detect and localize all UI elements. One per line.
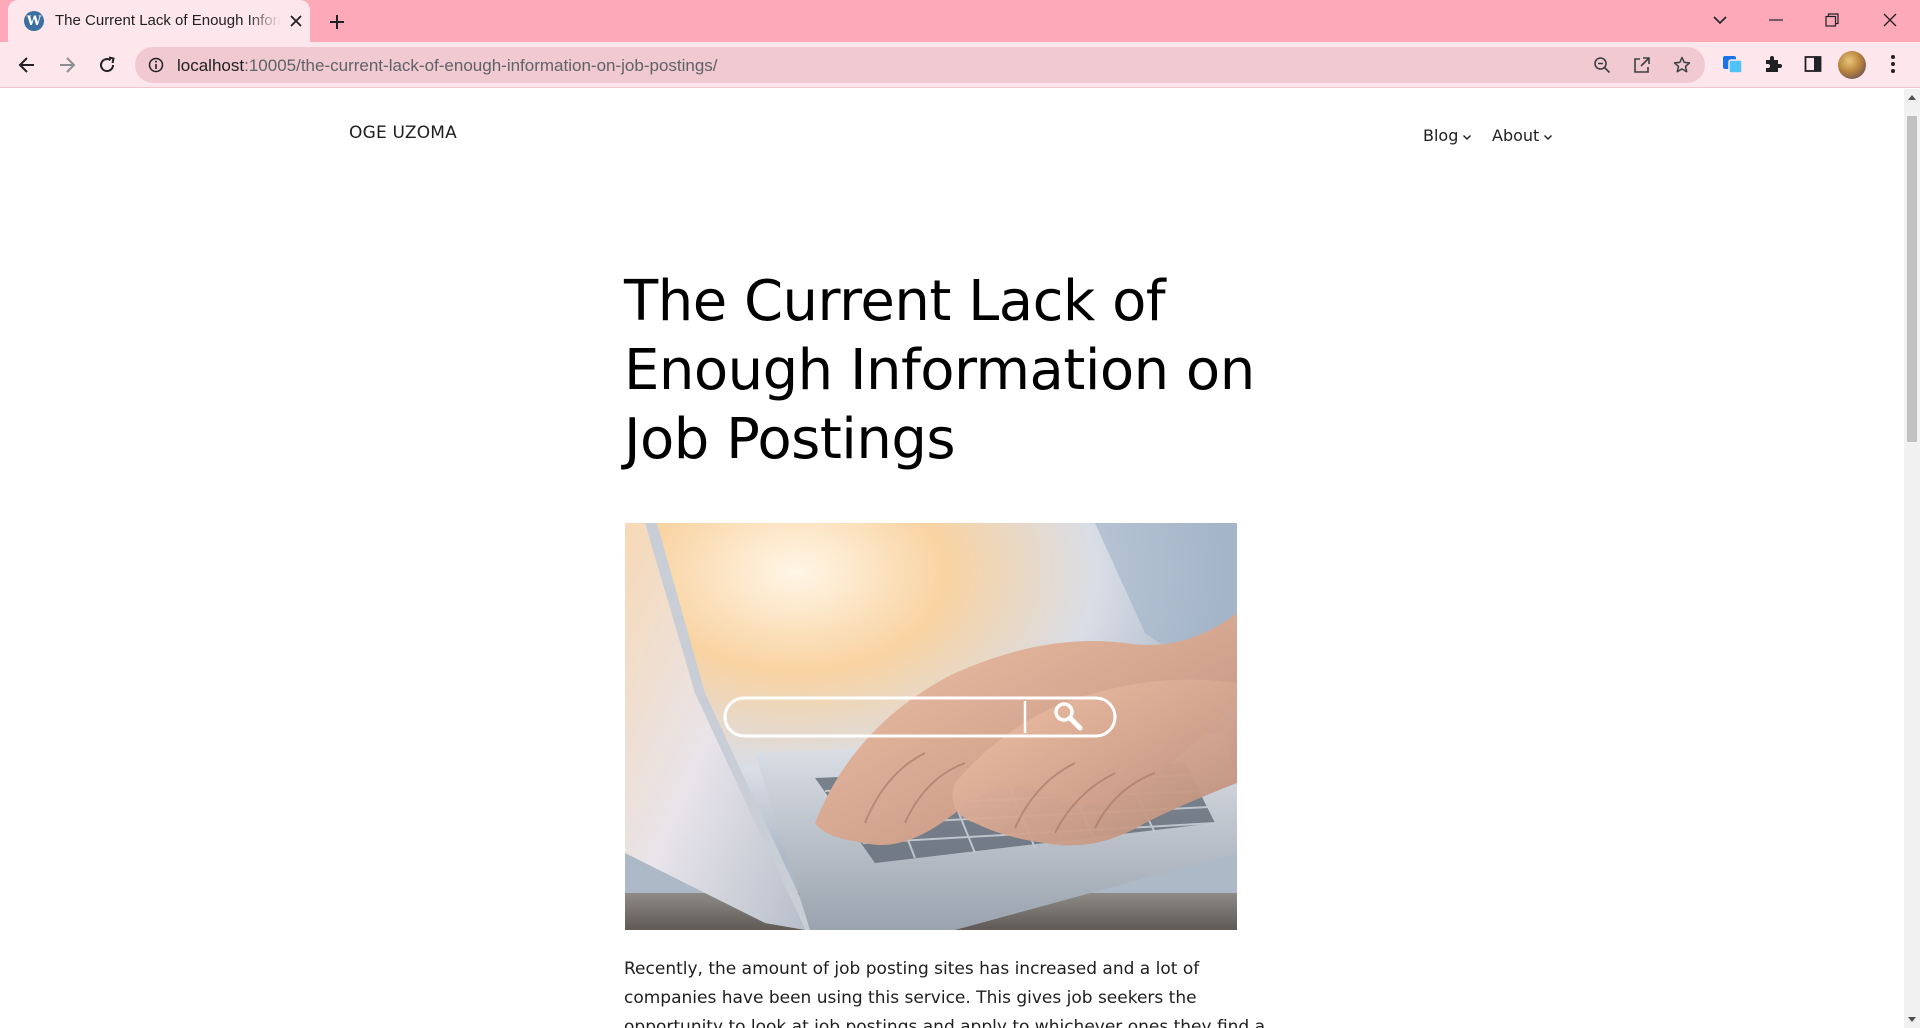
page-scrollbar[interactable] [1904,89,1920,1028]
nav-label-about: About [1492,125,1540,145]
post-body-paragraph: Recently, the amount of job posting site… [624,959,1266,1028]
wordpress-icon: W [24,11,44,31]
tab-title: The Current Lack of Enough Information o… [55,12,281,29]
featured-image [625,523,1237,930]
tab-search-icon[interactable] [1692,0,1748,40]
nav-item-about[interactable]: About [1492,124,1553,146]
nav-item-blog[interactable]: Blog [1423,124,1472,146]
nav-label-blog: Blog [1423,125,1459,145]
chevron-down-icon [1543,126,1553,145]
reload-icon[interactable] [91,49,123,81]
share-icon[interactable] [1631,54,1653,76]
close-window-icon[interactable] [1862,0,1918,40]
post-title: The Current Lack of Enough Information o… [624,269,1255,472]
bookmark-star-icon[interactable] [1671,54,1693,76]
new-tab-button[interactable] [324,9,350,35]
extensions-puzzle-icon[interactable] [1758,49,1788,79]
tab-strip: W The Current Lack of Enough Information… [0,0,1920,42]
screen-capture-extension-icon[interactable] [1718,49,1748,79]
zoom-icon[interactable] [1591,54,1613,76]
browser-tab-active[interactable]: W The Current Lack of Enough Information… [8,0,310,42]
scrollbar-thumb[interactable] [1907,116,1917,442]
menu-kebab-icon[interactable] [1878,49,1908,79]
forward-icon[interactable] [51,49,83,81]
scroll-down-arrow-icon[interactable] [1904,1012,1920,1028]
url-text[interactable]: localhost:10005/the-current-lack-of-enou… [177,56,718,76]
restore-icon[interactable] [1804,0,1860,40]
site-title[interactable]: OGE UZOMA [349,123,457,143]
address-bar[interactable]: localhost:10005/the-current-lack-of-enou… [135,47,1705,83]
page-viewport: OGE UZOMA Blog About The Current Lack of… [0,89,1904,1028]
url-path: :10005/the-current-lack-of-enough-inform… [244,56,718,75]
url-host: localhost [177,56,245,75]
side-panel-icon[interactable] [1798,49,1828,79]
scroll-up-arrow-icon[interactable] [1904,89,1920,105]
minimize-icon[interactable] [1748,0,1804,40]
back-icon[interactable] [11,49,43,81]
close-tab-icon[interactable] [286,11,306,31]
chevron-down-icon [1462,126,1472,145]
profile-avatar[interactable] [1838,51,1866,79]
site-info-icon[interactable] [147,56,165,74]
browser-toolbar: localhost:10005/the-current-lack-of-enou… [0,42,1920,88]
